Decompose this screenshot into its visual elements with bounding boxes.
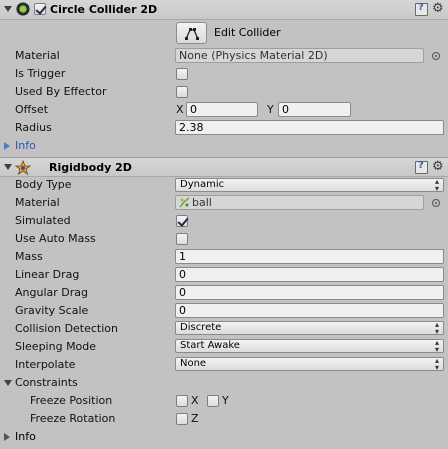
circle-collider-header[interactable]: Circle Collider 2D ⚙ [0,0,448,20]
offset-y-label[interactable]: Y [267,103,274,116]
use-auto-mass-label: Use Auto Mass [15,232,96,245]
is-trigger-label: Is Trigger [15,67,66,80]
use-auto-mass-checkbox[interactable] [176,233,188,245]
help-book-icon[interactable] [415,160,428,174]
linear-drag-label: Linear Drag [15,268,80,281]
collapse-arrow-icon[interactable] [4,164,12,170]
interpolate-value: None [180,358,207,369]
collision-detection-dropdown[interactable]: Discrete ▴ ▾ [175,320,444,336]
object-picker-icon[interactable] [432,199,440,207]
body-type-dropdown[interactable]: Dynamic ▴ ▾ [175,177,444,193]
freeze-position-x-label: X [191,394,199,407]
dropdown-arrows-icon: ▴ ▾ [434,320,439,336]
circle-collider-icon [16,2,30,16]
freeze-rotation-z-checkbox[interactable] [176,413,188,425]
dropdown-arrows-icon: ▴ ▾ [434,177,439,193]
offset-label: Offset [15,103,49,116]
dropdown-arrows-icon: ▴ ▾ [434,338,439,354]
material-label: Material [15,196,60,209]
body-type-value: Dynamic [180,179,225,190]
rigidbody-title: Rigidbody 2D [49,161,132,174]
rigidbody-icon [15,160,31,175]
edit-collider-label: Edit Collider [214,26,281,39]
simulated-label: Simulated [15,214,71,227]
rigidbody-info-foldout[interactable]: Info [15,430,36,443]
gear-icon[interactable]: ⚙ [432,160,444,174]
freeze-rotation-label: Freeze Rotation [30,412,116,425]
dropdown-arrows-icon: ▴ ▾ [434,356,439,372]
used-by-effector-checkbox[interactable] [176,86,188,98]
edit-collider-icon [185,28,199,40]
object-picker-icon[interactable] [432,52,440,60]
collapse-arrow-icon[interactable] [4,6,12,12]
offset-x-label[interactable]: X [176,103,184,116]
gravity-scale-label: Gravity Scale [15,304,89,317]
constraints-foldout[interactable]: Constraints [15,376,78,389]
radius-field[interactable]: 2.38 [175,120,444,135]
interpolate-label: Interpolate [15,358,76,371]
angular-drag-label: Angular Drag [15,286,88,299]
gravity-scale-field[interactable]: 0 [175,303,444,318]
freeze-position-y-label: Y [222,394,229,407]
interpolate-dropdown[interactable]: None ▴ ▾ [175,356,444,372]
info-expand-arrow-icon[interactable] [4,433,10,441]
edit-collider-button[interactable] [176,22,207,44]
freeze-position-y-checkbox[interactable] [207,395,219,407]
is-trigger-checkbox[interactable] [176,68,188,80]
sleeping-mode-dropdown[interactable]: Start Awake ▴ ▾ [175,338,444,354]
help-book-icon[interactable] [415,2,428,16]
circle-collider-title: Circle Collider 2D [50,3,158,16]
rigidbody-material-value: ball [192,196,212,209]
offset-y-field[interactable]: 0 [278,102,351,117]
sleeping-mode-label: Sleeping Mode [15,340,97,353]
mass-label: Mass [15,250,43,263]
collision-detection-label: Collision Detection [15,322,119,335]
rigidbody-material-field[interactable]: ball [175,195,424,210]
material-label: Material [15,49,60,62]
material-field[interactable]: None (Physics Material 2D) [175,48,424,63]
sleeping-mode-value: Start Awake [180,340,240,351]
circle-collider-enabled-checkbox[interactable] [34,3,46,15]
freeze-rotation-z-label: Z [191,412,199,425]
angular-drag-field[interactable]: 0 [175,285,444,300]
offset-x-field[interactable]: 0 [186,102,258,117]
collider-info-foldout[interactable]: Info [15,139,36,152]
freeze-position-x-checkbox[interactable] [176,395,188,407]
rigidbody-header[interactable]: Rigidbody 2D ⚙ [0,157,448,177]
simulated-checkbox[interactable] [176,215,188,227]
mass-field[interactable]: 1 [175,249,444,264]
used-by-effector-label: Used By Effector [15,85,107,98]
info-expand-arrow-icon[interactable] [4,142,10,150]
gear-icon[interactable]: ⚙ [432,2,444,16]
radius-label: Radius [15,121,52,134]
linear-drag-field[interactable]: 0 [175,267,444,282]
collision-detection-value: Discrete [180,322,222,333]
physics-material-icon [179,197,190,208]
body-type-label: Body Type [15,178,72,191]
freeze-position-label: Freeze Position [30,394,113,407]
constraints-expand-arrow-icon[interactable] [4,380,12,386]
